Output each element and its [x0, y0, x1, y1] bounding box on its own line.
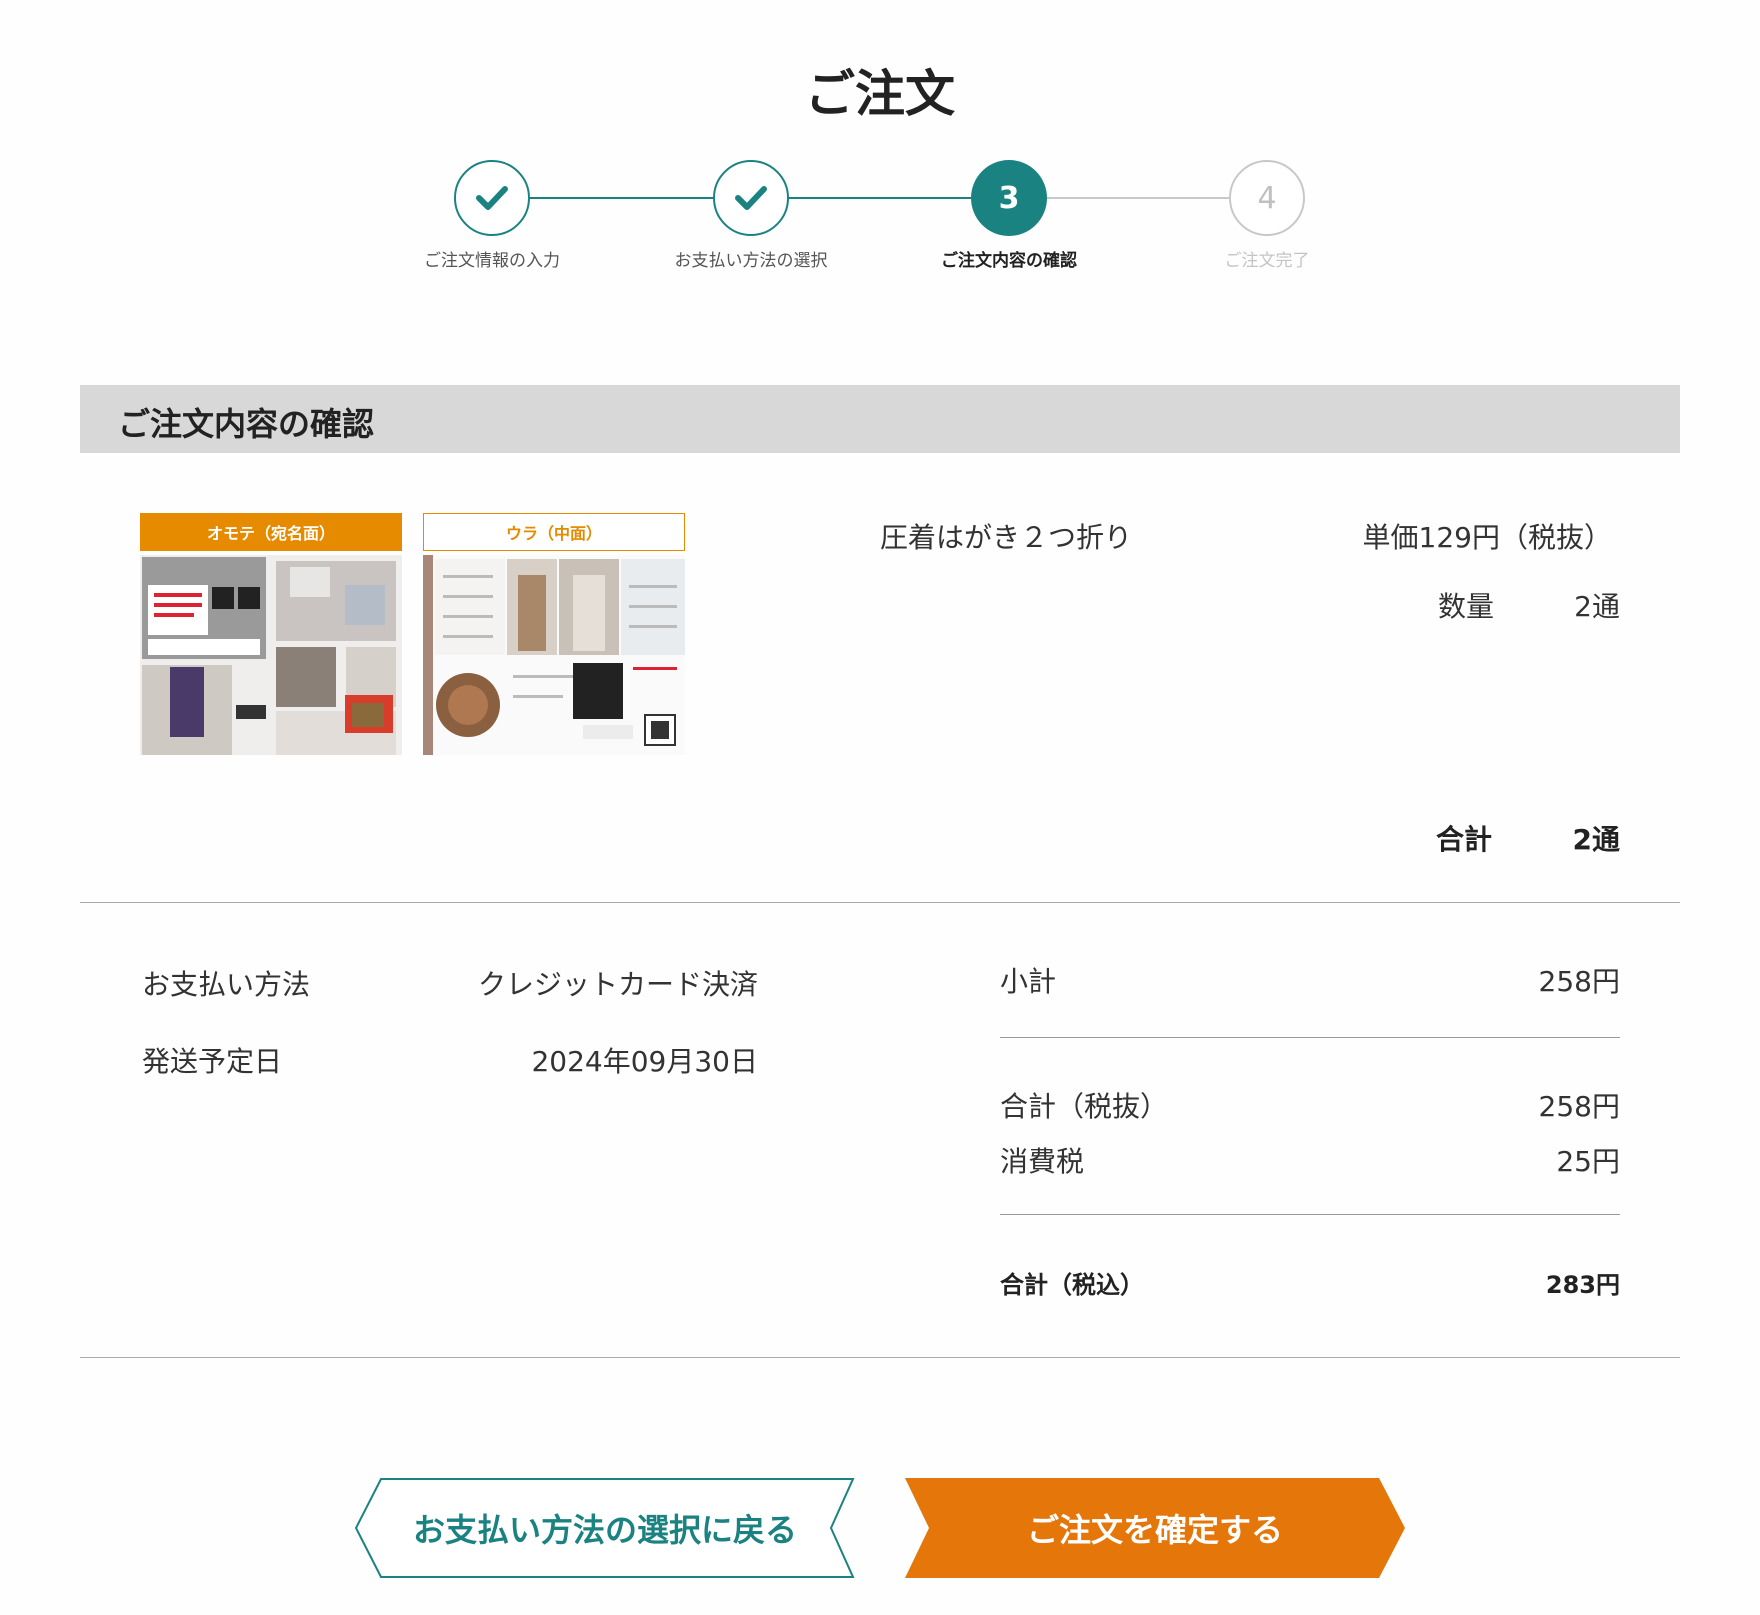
page-title: ご注文 [805, 65, 955, 123]
confirm-button-label: ご注文を確定する [1026, 1511, 1283, 1549]
tax-label: 消費税 [1000, 1145, 1085, 1178]
step-number: 4 [1229, 160, 1305, 236]
back-preview-image [423, 555, 685, 755]
subtotal-value: 258円 [1538, 965, 1620, 998]
step-payment-method: お支払い方法の選択 [621, 160, 881, 271]
order-stepper: ご注文情報の入力 お支払い方法の選択 3 ご注文内容の確認 4 ご注文完了 [0, 160, 1760, 280]
step-label: ご注文内容の確認 [941, 251, 1077, 271]
section-title: ご注文内容の確認 [118, 405, 375, 443]
total-excl-tax-label: 合計（税抜） [1000, 1090, 1169, 1123]
item-total-label: 合計 [1436, 823, 1493, 856]
step-label: お支払い方法の選択 [674, 251, 828, 271]
divider [80, 1357, 1680, 1358]
quantity-value: 2通 [1574, 590, 1620, 623]
checkmark-icon [713, 160, 789, 236]
total-excl-tax-value: 258円 [1538, 1090, 1620, 1123]
shipping-date-value: 2024年09月30日 [531, 1045, 758, 1078]
front-thumbnail: オモテ（宛名面） [140, 513, 402, 755]
summary-divider [1000, 1214, 1620, 1215]
confirm-order-button[interactable]: ご注文を確定する [905, 1478, 1405, 1578]
step-order-info: ご注文情報の入力 [362, 160, 622, 271]
step-number: 3 [971, 160, 1047, 236]
back-to-payment-button[interactable]: お支払い方法の選択に戻る [355, 1478, 855, 1578]
step-label: ご注文情報の入力 [424, 251, 560, 271]
tax-value: 25円 [1556, 1145, 1620, 1178]
unit-price: 単価129円（税抜） [1362, 521, 1612, 554]
thumbnail-label: ウラ（中面） [423, 513, 685, 551]
shipping-date-label: 発送予定日 [142, 1045, 283, 1078]
thumbnail-label: オモテ（宛名面） [140, 513, 402, 551]
step-label: ご注文完了 [1224, 251, 1310, 271]
total-incl-tax-label: 合計（税込） [1000, 1271, 1144, 1299]
summary-divider [1000, 1037, 1620, 1038]
payment-method-value: クレジットカード決済 [477, 968, 758, 1001]
total-incl-tax-value: 283円 [1545, 1271, 1620, 1299]
back-thumbnail: ウラ（中面） [423, 513, 685, 755]
quantity-label: 数量 [1438, 590, 1495, 623]
front-preview-image [140, 555, 402, 755]
step-complete: 4 ご注文完了 [1137, 160, 1397, 271]
payment-method-label: お支払い方法 [142, 968, 311, 1001]
section-header: ご注文内容の確認 [80, 385, 1680, 453]
item-total-value: 2通 [1572, 823, 1620, 856]
product-name: 圧着はがき２つ折り [880, 521, 1133, 554]
divider [80, 902, 1680, 903]
step-confirm: 3 ご注文内容の確認 [879, 160, 1139, 271]
back-button-label: お支払い方法の選択に戻る [412, 1511, 797, 1549]
checkmark-icon [454, 160, 530, 236]
subtotal-label: 小計 [1000, 965, 1057, 998]
